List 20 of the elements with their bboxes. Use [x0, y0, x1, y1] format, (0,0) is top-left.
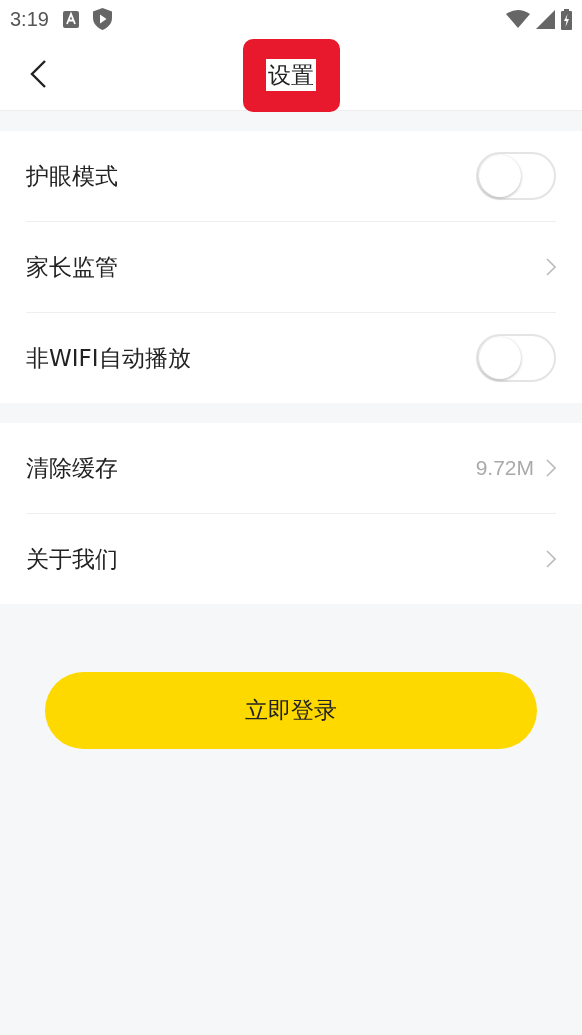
toggle-switch[interactable] [476, 152, 556, 200]
page-title: 设置 [266, 59, 316, 91]
battery-charging-icon [561, 8, 572, 30]
shield-play-icon [92, 8, 112, 30]
login-button[interactable]: 立即登录 [45, 672, 537, 749]
chevron-right-icon [546, 459, 556, 477]
chevron-right-icon [546, 550, 556, 568]
back-icon[interactable] [30, 60, 46, 88]
keyboard-a-icon [62, 10, 79, 28]
cache-size: 9.72M [475, 456, 534, 480]
wifi-icon [506, 10, 530, 28]
setting-label: 护眼模式 [26, 161, 118, 191]
setting-label: 关于我们 [26, 544, 118, 574]
chevron-right-icon [546, 258, 556, 276]
setting-label: 非WIFI自动播放 [26, 343, 191, 373]
setting-label: 家长监管 [26, 252, 118, 282]
status-time: 3:19 [10, 7, 49, 31]
toggle-switch[interactable] [476, 334, 556, 382]
signal-icon [536, 9, 555, 29]
setting-label: 清除缓存 [26, 453, 118, 483]
